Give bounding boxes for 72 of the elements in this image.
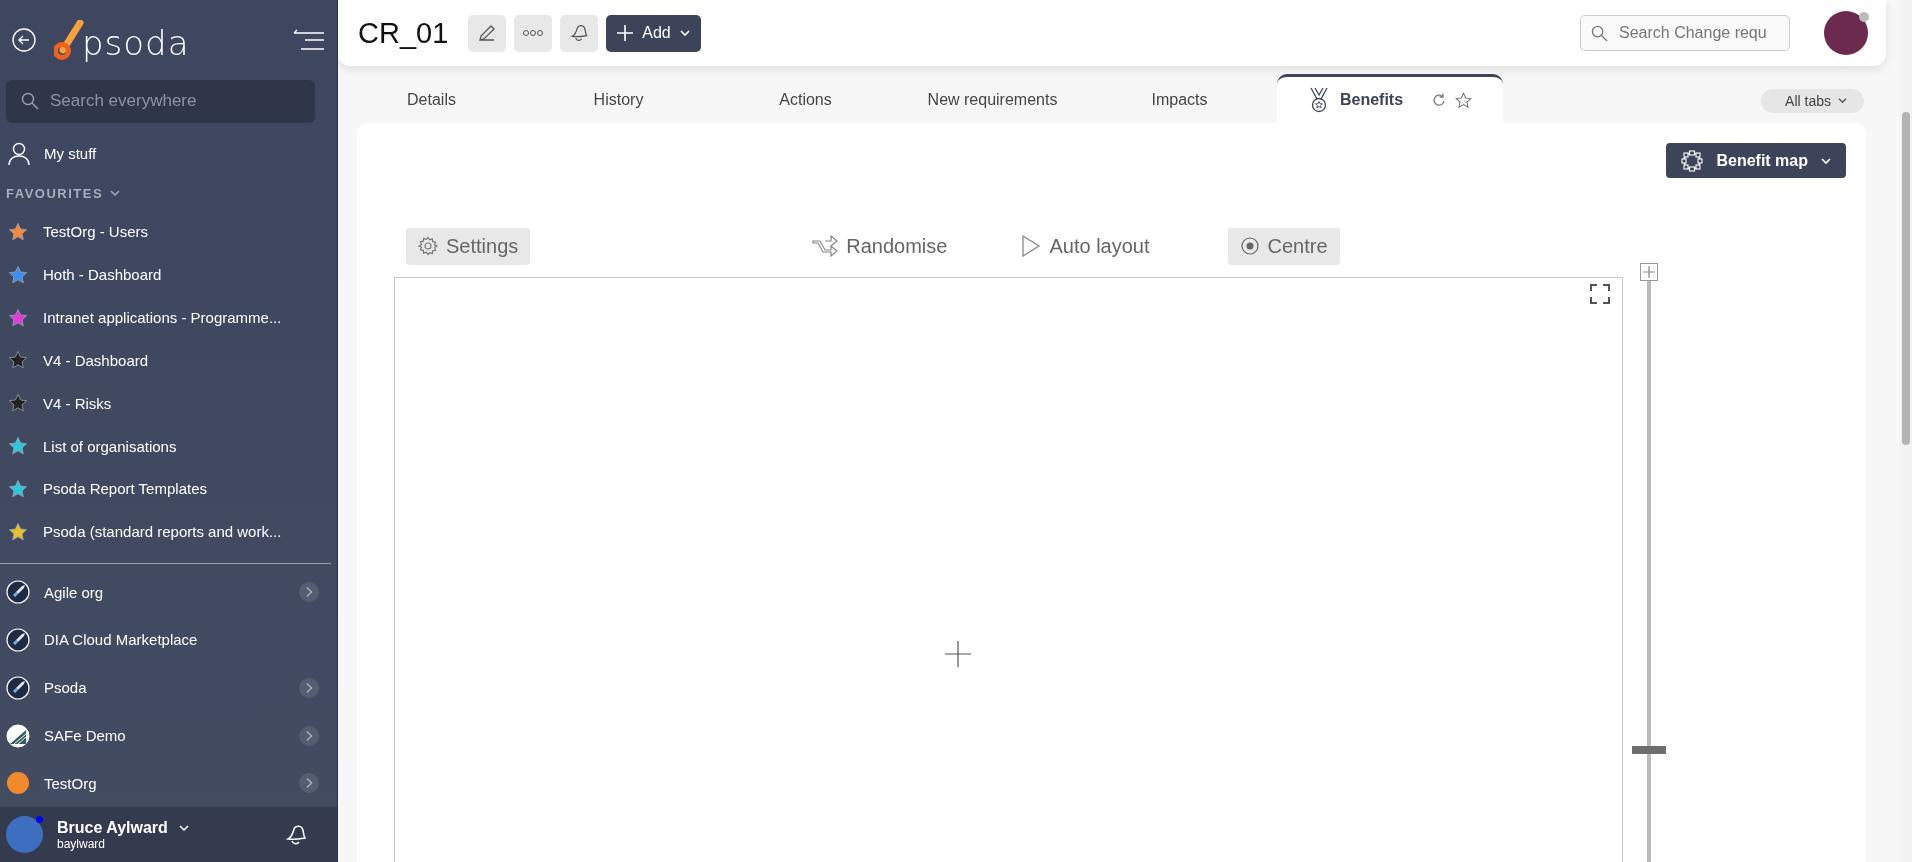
benefit-map-button[interactable]: Benefit map xyxy=(1666,143,1846,178)
organisation-logo-icon xyxy=(6,771,30,796)
edit-button[interactable] xyxy=(468,14,507,52)
tab[interactable]: Benefits xyxy=(1277,74,1503,123)
star-icon[interactable] xyxy=(1455,91,1473,109)
organisation-item[interactable]: Psoda xyxy=(0,663,337,712)
person-icon xyxy=(8,141,30,166)
favourite-item[interactable]: List of organisations xyxy=(0,424,337,468)
rocket-icon xyxy=(6,675,30,700)
target-icon xyxy=(1239,236,1260,256)
play-icon xyxy=(1021,234,1042,258)
fullscreen-icon[interactable] xyxy=(1590,284,1610,304)
favourite-item[interactable]: V4 - Risks xyxy=(0,381,337,425)
favourite-item[interactable]: Psoda Report Templates xyxy=(0,467,337,511)
favourite-item[interactable]: Intranet applications - Programme... xyxy=(0,296,337,339)
chevron-down-icon xyxy=(109,189,122,198)
organisation-logo-icon xyxy=(6,723,30,748)
username: baylward xyxy=(57,836,107,851)
chevron-right-icon[interactable] xyxy=(299,725,319,746)
status-dot xyxy=(1859,12,1869,22)
more-button[interactable] xyxy=(514,14,553,52)
slider-handle[interactable] xyxy=(1632,745,1666,754)
auto-layout-button[interactable]: Auto layout xyxy=(1009,227,1162,265)
organisation-item[interactable]: SAFe Demo xyxy=(0,711,337,760)
chevron-down-icon xyxy=(678,29,691,37)
my-stuff-link[interactable]: My stuff xyxy=(0,130,337,177)
chevron-right-icon[interactable] xyxy=(299,773,319,794)
organisation-item[interactable]: Agile org xyxy=(0,568,337,616)
add-button[interactable]: Add xyxy=(606,14,701,52)
tab[interactable]: Actions xyxy=(712,77,899,123)
favourite-item[interactable]: Hoth - Dashboard xyxy=(0,253,337,297)
user-avatar[interactable] xyxy=(1824,11,1868,55)
chevron-right-icon[interactable] xyxy=(299,582,319,603)
all-tabs-button[interactable]: All tabs xyxy=(1761,88,1864,113)
back-icon[interactable] xyxy=(12,27,36,52)
chevron-down-icon xyxy=(1837,97,1848,104)
tab[interactable]: New requirements xyxy=(899,77,1086,123)
chevron-down-icon xyxy=(177,823,190,832)
tab[interactable]: History xyxy=(525,77,712,123)
search-field[interactable]: Search everywhere xyxy=(6,79,315,123)
page-title: CR_01 xyxy=(358,16,449,50)
user-name[interactable]: Bruce Aylward xyxy=(57,818,269,837)
chevron-down-icon xyxy=(1820,156,1832,165)
centre-button[interactable]: Centre xyxy=(1227,227,1340,265)
settings-button[interactable]: Settings xyxy=(406,227,531,265)
search-field[interactable]: Search Change requ xyxy=(1580,15,1790,51)
organisation-item[interactable]: TestOrg xyxy=(0,759,337,808)
favourites-heading[interactable]: FAVOURITES xyxy=(0,176,128,211)
plus-icon xyxy=(616,24,635,42)
logo-text: psoda xyxy=(82,25,190,60)
notification-button[interactable] xyxy=(560,14,599,52)
tab[interactable]: Impacts xyxy=(1086,77,1273,123)
logo-icon xyxy=(54,19,84,60)
favourite-item[interactable]: TestOrg - Users xyxy=(0,210,337,254)
favourite-item[interactable]: V4 - Dashboard xyxy=(0,338,337,382)
favourite-item[interactable]: Psoda (standard reports and work... xyxy=(0,510,337,554)
tab[interactable]: Details xyxy=(338,77,525,123)
collapse-menu-icon[interactable] xyxy=(293,28,325,51)
crosshair-icon xyxy=(945,641,971,667)
randomise-button[interactable]: Randomise xyxy=(800,227,960,265)
more-icon xyxy=(522,29,545,37)
shuffle-icon xyxy=(812,235,839,257)
search-icon xyxy=(21,91,39,110)
search-icon xyxy=(1591,25,1608,42)
rocket-icon xyxy=(6,580,30,605)
network-icon xyxy=(1680,148,1705,173)
scrollbar[interactable] xyxy=(1902,112,1910,445)
zoom-in-icon[interactable] xyxy=(1640,263,1658,281)
rocket-icon xyxy=(6,627,30,652)
organisation-item[interactable]: DIA Cloud Marketplace xyxy=(0,615,337,664)
gear-icon xyxy=(418,236,438,256)
chevron-right-icon[interactable] xyxy=(299,677,319,698)
